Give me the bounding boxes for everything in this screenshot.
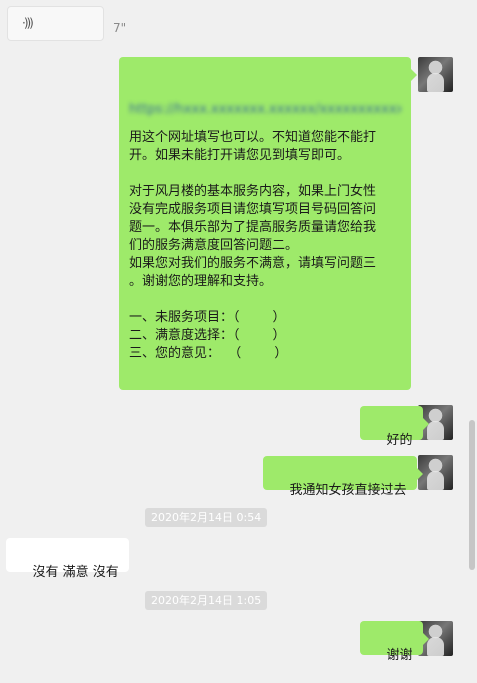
message-text-notify: 我通知女孩直接过去 — [289, 483, 407, 498]
avatar[interactable] — [418, 455, 453, 490]
voice-wave-icon: ·))) — [22, 16, 34, 30]
message-text-long: 用这个网址填写也可以。不知道您能不能打 开。如果未能打开请您见到填写即可。 对于… — [129, 130, 377, 361]
chat-window: ·))) 7" https://hxxx.xxxxxxx.xxxxxx/xxxx… — [0, 0, 477, 663]
scrollbar[interactable] — [469, 420, 475, 570]
message-text-thanks: 谢谢 — [386, 648, 413, 663]
timestamp: 2020年2月14日 1:05 — [145, 591, 268, 610]
message-bubble-notify[interactable]: 我通知女孩直接过去 — [263, 456, 423, 498]
voice-duration: 7" — [113, 21, 127, 35]
voice-message-bubble[interactable]: ·))) — [7, 6, 104, 41]
message-text-reply: 沒有 滿意 沒有 — [32, 565, 119, 580]
message-bubble-reply[interactable]: 沒有 滿意 沒有 — [6, 538, 129, 580]
message-bubble-ok[interactable]: 好的 — [360, 406, 429, 448]
message-bubble-long[interactable]: https://hxxx.xxxxxxx.xxxxxx/xxxxxxxxxxxx… — [119, 57, 417, 390]
timestamp: 2020年2月14日 0:54 — [145, 508, 268, 527]
blurred-url-link[interactable]: https://hxxx.xxxxxxx.xxxxxx/xxxxxxxxxxxx… — [129, 101, 401, 119]
avatar[interactable] — [418, 57, 453, 92]
message-bubble-thanks[interactable]: 谢谢 — [360, 621, 429, 663]
message-text-ok: 好的 — [386, 433, 413, 448]
